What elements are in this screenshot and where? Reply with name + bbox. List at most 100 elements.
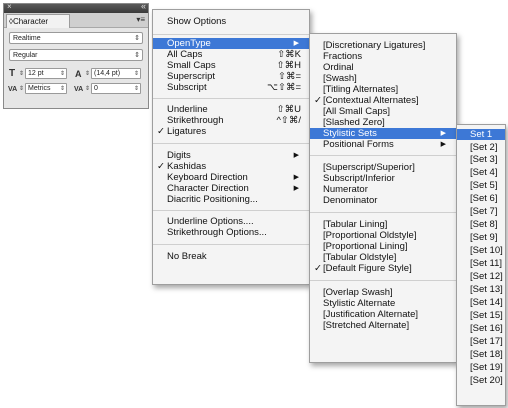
menu-item-tabular-oldstyle[interactable]: [Tabular Oldstyle] [310, 252, 456, 263]
tracking-field[interactable]: 0 ⇕ [91, 83, 141, 94]
menu-item-contextual-alternates[interactable]: ✓ [Contextual Alternates] [310, 95, 456, 106]
menu-item-set-13[interactable]: [Set 13] [457, 284, 505, 295]
stepper-arrows-icon[interactable]: ⇕ [19, 69, 24, 79]
menu-item-set-16[interactable]: [Set 16] [457, 323, 505, 334]
menu-item-label: [Set 6] [470, 193, 498, 204]
submenu-arrow-icon: ▶ [293, 40, 299, 47]
panel-menu-icon[interactable]: ▾≡ [136, 15, 145, 24]
menu-item-set-4[interactable]: [Set 4] [457, 167, 505, 178]
menu-item-superscript-superior[interactable]: [Superscript/Superior] [310, 162, 456, 173]
menu-item-set-1[interactable]: Set 1 [457, 129, 505, 140]
stepper-arrows-icon[interactable]: ⇕ [85, 84, 90, 94]
menu-item-subscript-inferior[interactable]: Subscript/Inferior [310, 173, 456, 184]
menu-separator [153, 210, 309, 211]
menu-item-label: Stylistic Sets [323, 128, 377, 139]
stylistic-sets-submenu: Set 1 [Set 2] [Set 3] [Set 4] [Set 5] [S… [456, 124, 506, 406]
menu-item-label: [Set 9] [470, 232, 498, 243]
menu-item-diacritic-positioning[interactable]: Diacritic Positioning... [153, 194, 309, 205]
menu-item-numerator[interactable]: Numerator [310, 184, 456, 195]
menu-shortcut: ⌥⇧⌘= [267, 82, 301, 93]
menu-item-no-break[interactable]: No Break [153, 251, 309, 262]
menu-item-set-15[interactable]: [Set 15] [457, 310, 505, 321]
menu-item-strikethrough[interactable]: Strikethrough ^⇧⌘/ [153, 115, 309, 126]
menu-item-opentype[interactable]: OpenType ▶ [153, 38, 309, 49]
menu-item-set-11[interactable]: [Set 11] [457, 258, 505, 269]
menu-item-set-3[interactable]: [Set 3] [457, 154, 505, 165]
menu-item-label: Numerator [323, 184, 368, 195]
menu-item-set-2[interactable]: [Set 2] [457, 142, 505, 153]
menu-item-set-8[interactable]: [Set 8] [457, 219, 505, 230]
stepper-arrows-icon[interactable]: ⇕ [85, 69, 90, 79]
menu-item-titling-alternates[interactable]: [Titling Alternates] [310, 84, 456, 95]
menu-item-keyboard-direction[interactable]: Keyboard Direction ▶ [153, 172, 309, 183]
menu-item-small-caps[interactable]: Small Caps ⇧⌘H [153, 60, 309, 71]
menu-item-justification-alternate[interactable]: [Justification Alternate] [310, 309, 456, 320]
menu-item-label: Keyboard Direction [167, 172, 248, 183]
menu-item-stretched-alternate[interactable]: [Stretched Alternate] [310, 320, 456, 331]
menu-item-label: Digits [167, 150, 191, 161]
leading-field[interactable]: (14,4 pt) ⇕ [91, 68, 141, 79]
menu-item-subscript[interactable]: Subscript ⌥⇧⌘= [153, 82, 309, 93]
menu-item-label: [Set 4] [470, 167, 498, 178]
submenu-arrow-icon: ▶ [293, 152, 299, 159]
menu-item-set-19[interactable]: [Set 19] [457, 362, 505, 373]
menu-item-all-caps[interactable]: All Caps ⇧⌘K [153, 49, 309, 60]
kerning-field[interactable]: Metrics ⇕ [25, 83, 67, 94]
menu-item-label: Denominator [323, 195, 378, 206]
menu-item-underline[interactable]: Underline ⇧⌘U [153, 104, 309, 115]
menu-item-set-10[interactable]: [Set 10] [457, 245, 505, 256]
menu-item-strikethrough-options[interactable]: Strikethrough Options... [153, 227, 309, 238]
menu-item-kashidas[interactable]: ✓ Kashidas [153, 161, 309, 172]
menu-item-ligatures[interactable]: ✓ Ligatures [153, 126, 309, 137]
submenu-arrow-icon: ▶ [440, 141, 446, 148]
menu-item-set-9[interactable]: [Set 9] [457, 232, 505, 243]
menu-item-stylistic-alternate[interactable]: Stylistic Alternate [310, 298, 456, 309]
menu-item-label: [Discretionary Ligatures] [323, 40, 426, 51]
menu-item-denominator[interactable]: Denominator [310, 195, 456, 206]
menu-item-show-options[interactable]: Show Options [153, 13, 309, 31]
panel-title-bar[interactable]: × « [4, 1, 148, 13]
menu-item-slashed-zero[interactable]: [Slashed Zero] [310, 117, 456, 128]
menu-item-all-small-caps[interactable]: [All Small Caps] [310, 106, 456, 117]
font-family-select[interactable]: Realtime ⇕ [9, 32, 143, 44]
menu-item-fractions[interactable]: Fractions [310, 51, 456, 62]
menu-item-proportional-oldstyle[interactable]: [Proportional Oldstyle] [310, 230, 456, 241]
menu-item-stylistic-sets[interactable]: Stylistic Sets ▶ [310, 128, 456, 139]
menu-item-overlap-swash[interactable]: [Overlap Swash] [310, 287, 456, 298]
menu-separator [153, 143, 309, 144]
menu-item-set-14[interactable]: [Set 14] [457, 297, 505, 308]
tracking-icon: VA [74, 86, 84, 93]
close-icon[interactable]: × [7, 2, 12, 11]
menu-item-tabular-lining[interactable]: [Tabular Lining] [310, 219, 456, 230]
menu-item-superscript[interactable]: Superscript ⇧⌘= [153, 71, 309, 82]
menu-item-swash[interactable]: [Swash] [310, 73, 456, 84]
menu-item-ordinal[interactable]: Ordinal [310, 62, 456, 73]
menu-item-set-6[interactable]: [Set 6] [457, 193, 505, 204]
font-size-field[interactable]: 12 pt ⇕ [25, 68, 67, 79]
menu-item-character-direction[interactable]: Character Direction ▶ [153, 183, 309, 194]
menu-item-set-5[interactable]: [Set 5] [457, 180, 505, 191]
tab-character[interactable]: ◊Character [6, 14, 70, 28]
menu-item-discretionary-ligatures[interactable]: [Discretionary Ligatures] [310, 40, 456, 51]
menu-item-digits[interactable]: Digits ▶ [153, 150, 309, 161]
leading-value: (14,4 pt) [94, 70, 121, 77]
menu-item-label: All Caps [167, 49, 203, 60]
stepper-arrows-icon[interactable]: ⇕ [19, 84, 24, 94]
menu-separator [310, 212, 456, 213]
menu-separator [153, 34, 309, 35]
menu-item-set-12[interactable]: [Set 12] [457, 271, 505, 282]
menu-item-set-7[interactable]: [Set 7] [457, 206, 505, 217]
menu-item-set-18[interactable]: [Set 18] [457, 349, 505, 360]
menu-item-label: [Set 16] [470, 323, 503, 334]
menu-item-set-20[interactable]: [Set 20] [457, 375, 505, 386]
menu-item-set-17[interactable]: [Set 17] [457, 336, 505, 347]
menu-item-label: [Set 13] [470, 284, 503, 295]
menu-item-positional-forms[interactable]: Positional Forms ▶ [310, 139, 456, 150]
menu-item-default-figure-style[interactable]: ✓ [Default Figure Style] [310, 263, 456, 274]
font-style-select[interactable]: Regular ⇕ [9, 49, 143, 61]
menu-item-underline-options[interactable]: Underline Options.... [153, 216, 309, 227]
collapse-icon[interactable]: « [141, 1, 146, 11]
menu-item-proportional-lining[interactable]: [Proportional Lining] [310, 241, 456, 252]
menu-item-label: [Overlap Swash] [323, 287, 393, 298]
menu-item-label: [Swash] [323, 73, 357, 84]
